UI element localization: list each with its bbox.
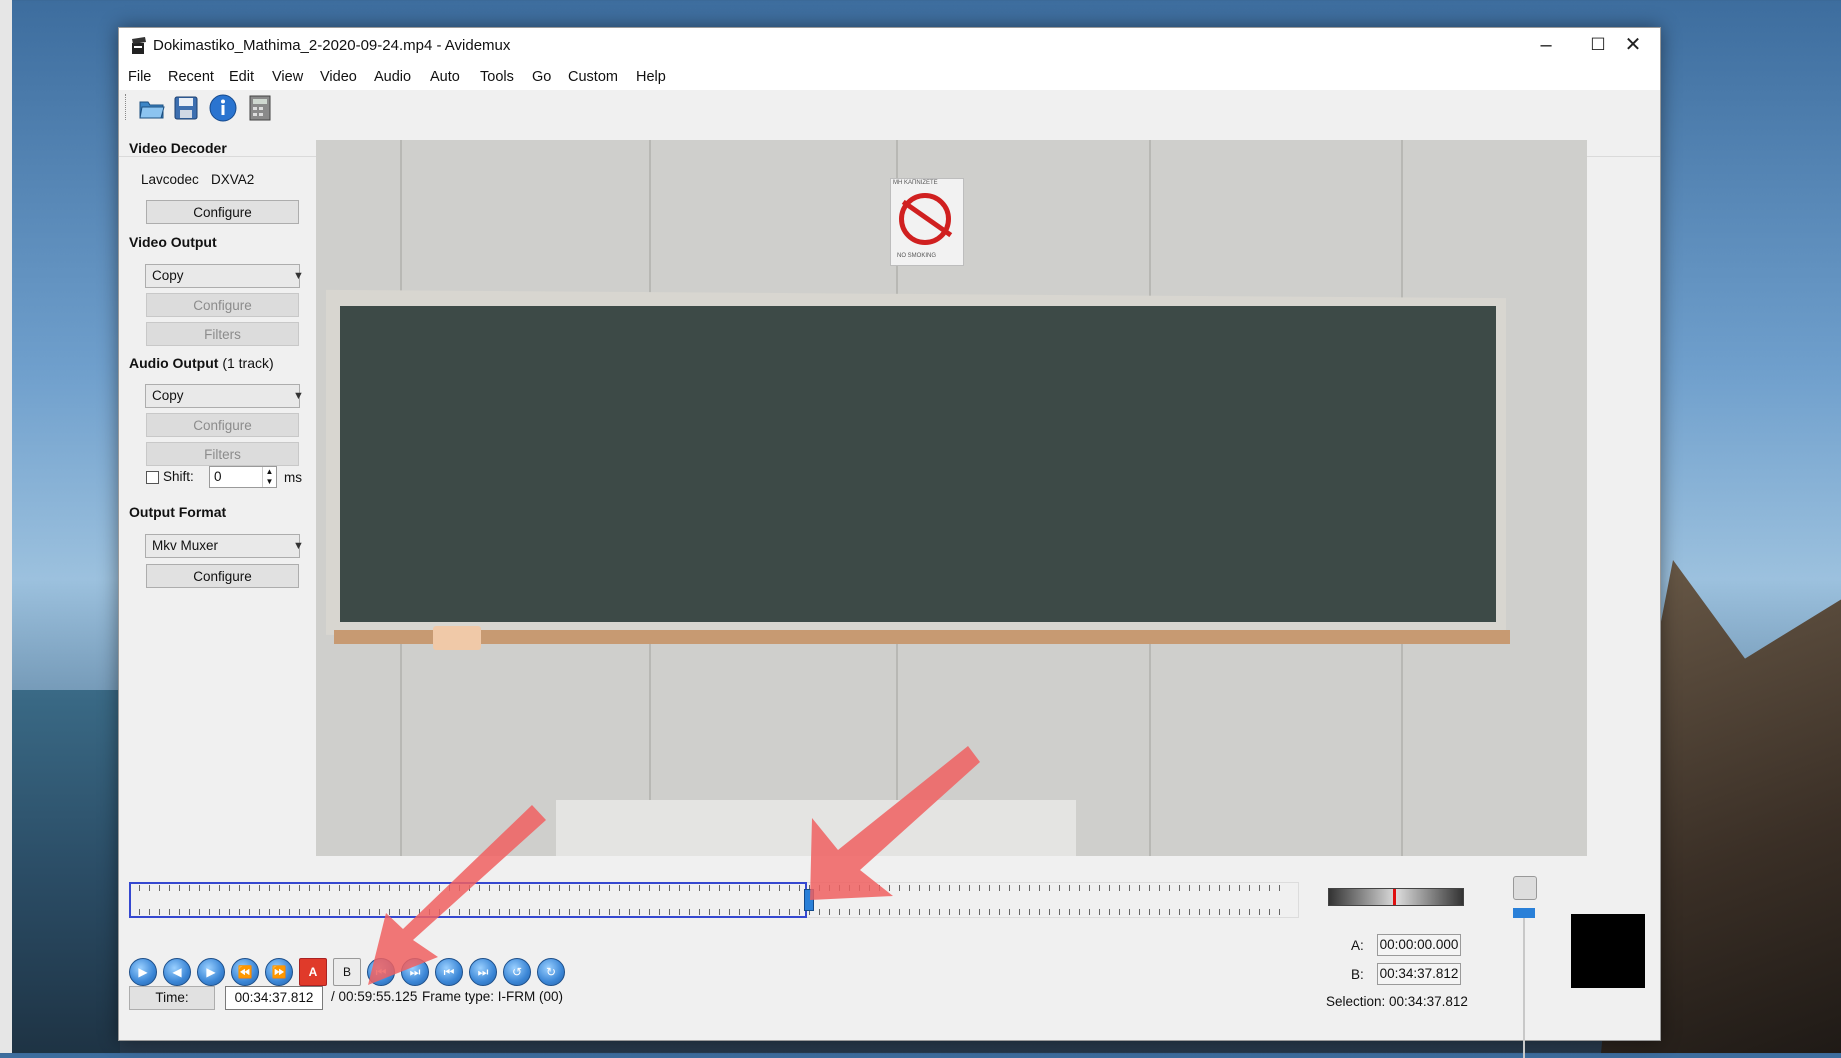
annotation-overlay — [368, 746, 980, 985]
annotation-arrow-left — [368, 805, 546, 985]
annotation-arrow-right — [810, 746, 980, 900]
